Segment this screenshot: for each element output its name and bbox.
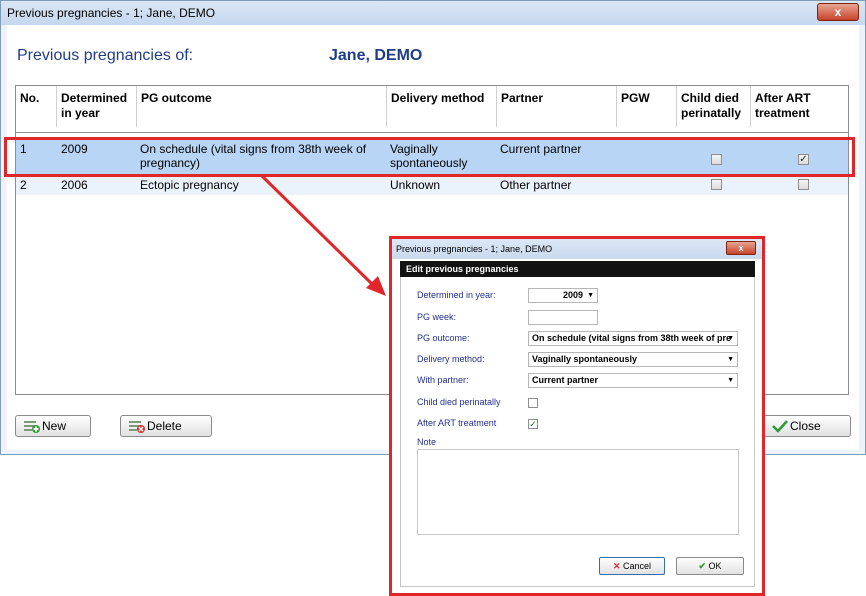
after-art-label: After ART treatment — [417, 418, 497, 428]
delivery-dropdown[interactable]: Vaginally spontaneously ▼ — [528, 352, 738, 367]
child-died-checkbox[interactable] — [528, 398, 538, 408]
dialog-header: Edit previous pregnancies — [400, 261, 755, 277]
window-titlebar: Previous pregnancies - 1; Jane, DEMO x — [1, 1, 865, 25]
cell-year: 2006 — [61, 178, 88, 192]
cell-outcome: Ectopic pregnancy — [140, 178, 239, 192]
chevron-down-icon: ▼ — [727, 356, 734, 363]
dialog-body: Determined in year: 2009 ▼ PG week: PG o… — [400, 277, 755, 587]
year-value: 2009 — [562, 290, 583, 300]
col-after-art[interactable]: After ART treatment — [750, 86, 835, 127]
col-no[interactable]: No. — [20, 91, 39, 106]
cancel-button[interactable]: ✕ Cancel — [599, 557, 665, 575]
outcome-dropdown[interactable]: On schedule (vital signs from 38th week … — [528, 331, 738, 346]
delete-record-icon — [129, 421, 145, 433]
page-title: Previous pregnancies of: — [17, 47, 194, 64]
col-year[interactable]: Determined in year — [56, 86, 129, 127]
cancel-button-label: Cancel — [623, 561, 652, 571]
table-row[interactable]: 2 2006 Ectopic pregnancy Unknown Other p… — [16, 175, 848, 195]
delivery-label: Delivery method: — [417, 354, 485, 364]
cell-year: 2009 — [61, 142, 88, 156]
col-partner[interactable]: Partner — [496, 86, 611, 127]
pg-week-input[interactable] — [528, 310, 598, 325]
window-close-icon[interactable]: x — [817, 3, 859, 21]
delivery-value: Vaginally spontaneously — [532, 354, 638, 364]
after-art-checkbox[interactable] — [798, 179, 809, 190]
cell-delivery: Vaginally spontaneously — [390, 142, 468, 170]
close-button[interactable]: Close — [763, 415, 851, 437]
col-pgw[interactable]: PGW — [616, 86, 671, 127]
dialog-titlebar: Previous pregnancies - 1; Jane, DEMO x — [392, 239, 762, 259]
ok-button-label: OK — [708, 561, 722, 571]
after-art-checkbox[interactable]: ✓ — [528, 419, 538, 429]
edit-dialog: Previous pregnancies - 1; Jane, DEMO x E… — [389, 236, 765, 596]
dialog-close-icon[interactable]: x — [726, 241, 756, 255]
dialog-title: Previous pregnancies - 1; Jane, DEMO — [396, 244, 553, 254]
partner-value: Current partner — [532, 375, 599, 385]
new-button-label: New — [42, 419, 67, 433]
cell-delivery: Unknown — [390, 178, 441, 192]
cell-no: 1 — [20, 142, 27, 156]
partner-dropdown[interactable]: Current partner ▼ — [528, 373, 738, 388]
table-row[interactable]: 1 2009 On schedule (vital signs from 38t… — [16, 139, 848, 175]
year-dropdown[interactable]: 2009 ▼ — [528, 288, 598, 303]
chevron-down-icon: ▼ — [727, 335, 734, 342]
chevron-down-icon: ▼ — [727, 377, 734, 384]
delete-button-label: Delete — [147, 419, 182, 433]
child-died-label: Child died perinatally — [417, 397, 501, 407]
new-button[interactable]: New — [15, 415, 91, 437]
cell-partner: Current partner — [500, 142, 582, 156]
year-label: Determined in year: — [417, 290, 496, 300]
col-child-died[interactable]: Child died perinatally — [676, 86, 747, 127]
cell-no: 2 — [20, 178, 27, 192]
cancel-icon: ✕ — [612, 561, 621, 571]
cell-partner: Other partner — [500, 178, 572, 192]
checkmark-icon: ✔ — [698, 561, 706, 571]
delete-button[interactable]: Delete — [120, 415, 212, 437]
child-died-checkbox[interactable] — [711, 179, 722, 190]
new-record-icon — [24, 421, 40, 433]
note-textarea[interactable] — [417, 449, 739, 535]
col-delivery[interactable]: Delivery method — [386, 86, 489, 127]
outcome-value: On schedule (vital signs from 38th week … — [532, 333, 732, 343]
table-header: No. Determined in year PG outcome Delive… — [16, 86, 848, 133]
window-title: Previous pregnancies - 1; Jane, DEMO — [7, 6, 216, 20]
checkmark-icon — [772, 420, 788, 433]
col-outcome[interactable]: PG outcome — [136, 86, 381, 127]
pg-week-label: PG week: — [417, 312, 457, 322]
note-label: Note — [417, 437, 437, 447]
outcome-label: PG outcome: — [417, 333, 470, 343]
child-died-checkbox[interactable] — [711, 154, 722, 165]
partner-label: With partner: — [417, 375, 469, 385]
ok-button[interactable]: ✔ OK — [676, 557, 744, 575]
cell-outcome: On schedule (vital signs from 38th week … — [140, 142, 367, 170]
patient-name: Jane, DEMO — [329, 47, 423, 64]
close-button-label: Close — [790, 419, 821, 433]
after-art-checkbox[interactable]: ✓ — [798, 154, 809, 165]
chevron-down-icon: ▼ — [587, 292, 594, 299]
